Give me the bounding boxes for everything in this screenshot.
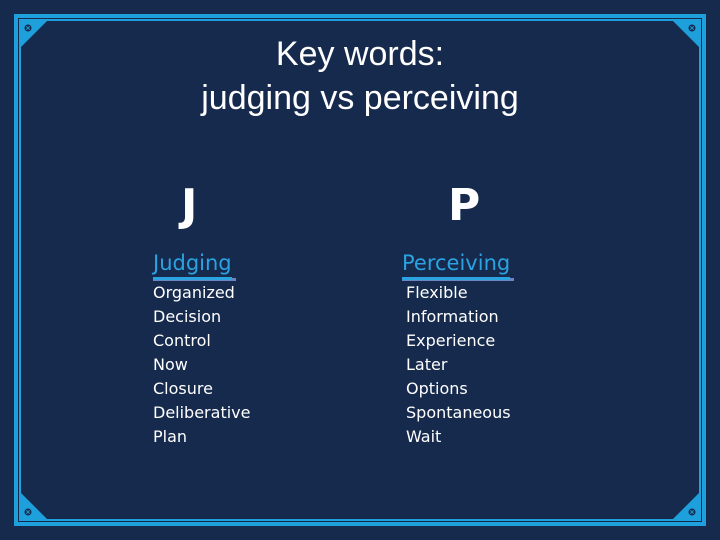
list-item: Information	[406, 307, 499, 326]
list-item: Decision	[153, 307, 222, 326]
column-letter: J	[181, 180, 198, 231]
list-item: Plan	[153, 427, 188, 446]
column-heading-text: Judging	[153, 249, 232, 280]
keyword-list: Flexible Information Experience Later Op…	[406, 281, 511, 449]
screw-icon	[688, 24, 696, 32]
screw-icon	[24, 508, 32, 516]
column-letter: P	[448, 180, 481, 231]
column-heading: Perceiving	[402, 248, 515, 281]
list-item: Deliberative	[153, 403, 251, 422]
list-item: Flexible	[406, 283, 468, 302]
list-item: Experience	[406, 331, 496, 350]
list-item: Later	[406, 355, 448, 374]
corner-decoration-bottom-right	[672, 492, 700, 520]
screw-icon	[24, 24, 32, 32]
list-item: Now	[153, 355, 188, 374]
list-item: Wait	[406, 427, 442, 446]
title-line-2: judging vs perceiving	[201, 79, 519, 117]
list-item: Organized	[153, 283, 235, 302]
column-heading: Judging	[153, 248, 236, 281]
screw-icon	[688, 508, 696, 516]
list-item: Options	[406, 379, 468, 398]
slide-title: Key words: judging vs perceiving	[0, 32, 720, 120]
corner-decoration-bottom-left	[20, 492, 48, 520]
list-item: Closure	[153, 379, 213, 398]
column-heading-text: Perceiving	[402, 249, 511, 280]
title-line-1: Key words:	[275, 35, 445, 73]
list-item: Control	[153, 331, 211, 350]
list-item: Spontaneous	[406, 403, 511, 422]
keyword-list: Organized Decision Control Now Closure D…	[153, 281, 250, 449]
